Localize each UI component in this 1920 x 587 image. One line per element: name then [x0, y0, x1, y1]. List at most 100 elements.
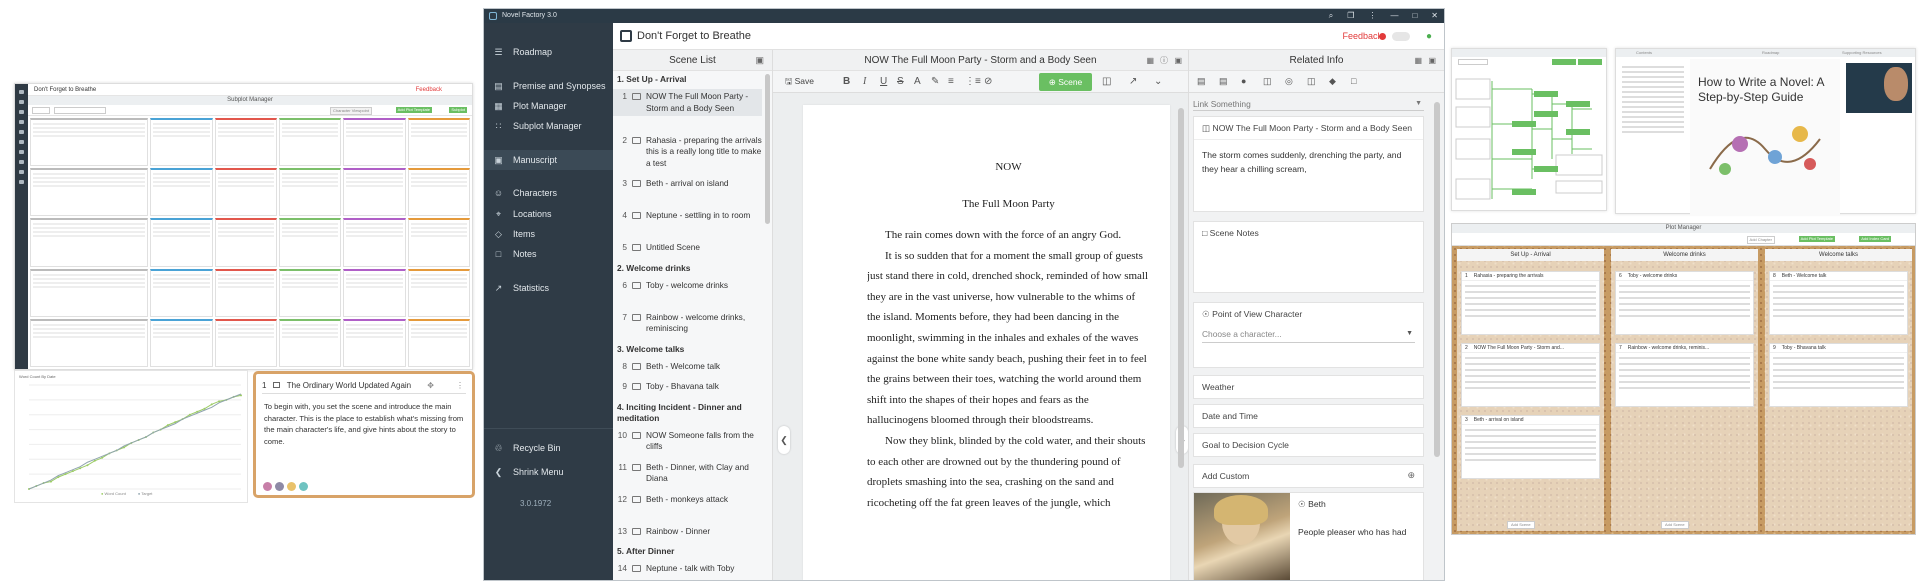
- goal-decision-field[interactable]: Goal to Decision Cycle: [1193, 433, 1424, 457]
- word-count-legend: ● Word Count ● Target: [101, 491, 152, 497]
- more-icon[interactable]: ⋮: [456, 378, 464, 394]
- subplot-cell: [30, 118, 149, 167]
- scene-section-header[interactable]: 2. Welcome drinks: [617, 263, 760, 274]
- date-time-field[interactable]: Date and Time: [1193, 404, 1424, 428]
- color-tag-dot[interactable]: [287, 482, 296, 491]
- external-icon[interactable]: ❐: [1347, 9, 1354, 23]
- sidebar-item-plot-manager[interactable]: ▦ Plot Manager: [493, 98, 566, 114]
- move-icon[interactable]: ✥: [427, 378, 434, 394]
- plot-card-title: 7 Rainbow - welcome drinks, reminis...: [1616, 344, 1753, 353]
- font-color-button[interactable]: A: [914, 76, 921, 87]
- scene-list-scrollbar[interactable]: [765, 74, 770, 224]
- theme-toggle[interactable]: [1392, 32, 1410, 41]
- editor-scrollbar[interactable]: [1178, 108, 1184, 468]
- sidebar-item-shrink-menu[interactable]: ❮ Shrink Menu: [493, 464, 564, 480]
- scene-section-header[interactable]: 4. Inciting Incident - Dinner and medita…: [617, 402, 760, 424]
- nav-icon: ∷: [495, 121, 502, 131]
- scene-list-item[interactable]: 2 Rahasia - preparing the arrivals this i…: [613, 133, 762, 172]
- character-icon[interactable]: ●: [1241, 76, 1246, 86]
- scene-list-item[interactable]: 3 Beth - arrival on island: [613, 176, 762, 192]
- trash-icon[interactable]: ◫: [1307, 76, 1316, 87]
- manuscript-page[interactable]: NOW The Full Moon Party The rain comes d…: [803, 105, 1170, 580]
- scene-list-item[interactable]: 7 Rainbow - welcome drinks, reminiscing: [613, 310, 762, 337]
- sidebar-item-statistics[interactable]: ↗ Statistics: [493, 280, 549, 296]
- manuscript-text[interactable]: The rain comes down with the force of an…: [867, 225, 1150, 525]
- scene-list-item[interactable]: 14 Neptune - talk with Toby: [613, 561, 762, 577]
- sidebar-item-items[interactable]: ◇ Items: [493, 226, 535, 242]
- scene-icon[interactable]: ▤: [1197, 76, 1206, 87]
- sidebar-item-subplot-manager[interactable]: ∷ Subplot Manager: [493, 118, 582, 134]
- weather-field[interactable]: Weather: [1193, 375, 1424, 399]
- sidebar-item-recycle-bin[interactable]: ♲ Recycle Bin: [493, 440, 560, 456]
- scene-list-item[interactable]: 12 Beth - monkeys attack: [613, 492, 762, 508]
- color-tag-dot[interactable]: [263, 482, 272, 491]
- character-card-beth[interactable]: ☉ Beth People pleaser who has had: [1193, 492, 1424, 580]
- bold-button[interactable]: B: [843, 76, 850, 87]
- sidebar-item-premise-and-synopses[interactable]: ▤ Premise and Synopses: [493, 78, 606, 94]
- add-custom-field[interactable]: Add Custom ⊕: [1193, 464, 1424, 488]
- underline-button[interactable]: U: [880, 76, 887, 87]
- location-icon[interactable]: ◎: [1285, 76, 1293, 87]
- scene-section-header[interactable]: 1. Set Up - Arrival: [617, 74, 760, 85]
- sidebar-item-manuscript[interactable]: ▣ Manuscript: [484, 150, 613, 170]
- index-card-ordinary-world[interactable]: 1 The Ordinary World Updated Again ✥ ⋮ T…: [253, 371, 475, 498]
- maximize-icon[interactable]: □: [1412, 9, 1417, 23]
- scene-list-item[interactable]: 4 Neptune - settling in to room: [613, 208, 762, 224]
- sidebar-item-roadmap[interactable]: ☰ Roadmap: [493, 44, 552, 60]
- scene-list-item[interactable]: 1 NOW The Full Moon Party - Storm and a B…: [613, 89, 762, 116]
- add-icon[interactable]: ⊕: [1407, 470, 1415, 481]
- thumb-button-add-plot-template: Add Plot Template: [395, 107, 432, 113]
- scene-list-item[interactable]: 13 Rainbow - Dinner: [613, 524, 762, 540]
- color-tag-dot[interactable]: [275, 482, 284, 491]
- list-button[interactable]: ⋮≡: [965, 76, 981, 87]
- collapse-left-icon[interactable]: ❮: [778, 426, 790, 454]
- save-button[interactable]: 🖫 Save: [785, 76, 814, 90]
- align-button[interactable]: ≡: [948, 76, 954, 87]
- chapter-heading: NOW: [995, 161, 1022, 173]
- italic-button[interactable]: I: [863, 76, 866, 87]
- highlight-button[interactable]: ✎: [931, 76, 939, 87]
- monitor-icon[interactable]: ▣: [1174, 50, 1182, 71]
- strikethrough-button[interactable]: S: [897, 76, 904, 87]
- feedback-button[interactable]: Feedback: [1342, 23, 1382, 50]
- related-info-scrollbar[interactable]: [1434, 102, 1440, 457]
- split-icon[interactable]: ◫: [1102, 76, 1111, 87]
- pov-select[interactable]: Choose a character... ▼: [1202, 329, 1415, 343]
- scene-list-item[interactable]: 9 Toby - Bhavana talk: [613, 379, 762, 395]
- notes-icon[interactable]: ▤: [1219, 76, 1228, 87]
- stats-icon[interactable]: ↗: [1129, 76, 1137, 87]
- user-icon[interactable]: ●: [1426, 31, 1432, 42]
- menu-icon[interactable]: ⋮: [1368, 9, 1376, 23]
- close-icon[interactable]: ✕: [1431, 9, 1438, 23]
- scene-list-item[interactable]: 10 NOW Someone falls from the cliffs: [613, 428, 762, 455]
- monitor-icon[interactable]: ▣: [1428, 50, 1436, 71]
- scene-section-header[interactable]: 3. Welcome talks: [617, 344, 760, 355]
- scene-list-item[interactable]: 11 Beth - Dinner, with Clay and Diana: [613, 460, 762, 487]
- sidebar-item-notes[interactable]: □ Notes: [493, 246, 537, 262]
- minimize-icon[interactable]: —: [1390, 9, 1398, 23]
- scene-list-item[interactable]: 5 Untitled Scene: [613, 240, 762, 256]
- roadmap-contents-list: [1622, 63, 1684, 136]
- search-icon[interactable]: ⌕: [1329, 9, 1333, 23]
- scene-list-item[interactable]: 6 Toby - welcome drinks: [613, 278, 762, 294]
- book-icon[interactable]: ◫: [1263, 76, 1272, 87]
- clear-format-button[interactable]: ⊘: [984, 76, 992, 87]
- nav-icon: ☺: [493, 188, 504, 198]
- monitor-icon[interactable]: ▣: [755, 50, 764, 71]
- scene-notes-card[interactable]: □ Scene Notes: [1193, 221, 1424, 293]
- add-scene-button[interactable]: ⊕ Scene: [1039, 73, 1092, 91]
- scene-summary-card[interactable]: ◫ NOW The Full Moon Party - Storm and a …: [1193, 116, 1424, 212]
- info-icon[interactable]: ⓘ: [1160, 50, 1168, 71]
- sidebar-item-label: Premise and Synopses: [513, 81, 606, 91]
- pin-icon[interactable]: ▦: [1414, 50, 1422, 71]
- color-tag-dot[interactable]: [299, 482, 308, 491]
- sidebar-item-locations[interactable]: ⌖ Locations: [493, 206, 552, 222]
- scene-section-header[interactable]: 5. After Dinner: [617, 546, 760, 557]
- scene-list-item[interactable]: 8 Beth - Welcome talk: [613, 359, 762, 375]
- sidebar-item-characters[interactable]: ☺ Characters: [493, 185, 557, 201]
- note-icon[interactable]: □: [1351, 76, 1356, 86]
- link-something-dropdown[interactable]: Link Something ▼: [1193, 97, 1424, 111]
- chevron-down-icon[interactable]: ⌄: [1154, 76, 1162, 87]
- gem-icon[interactable]: ◆: [1329, 76, 1336, 87]
- pin-icon[interactable]: ▦: [1146, 50, 1154, 71]
